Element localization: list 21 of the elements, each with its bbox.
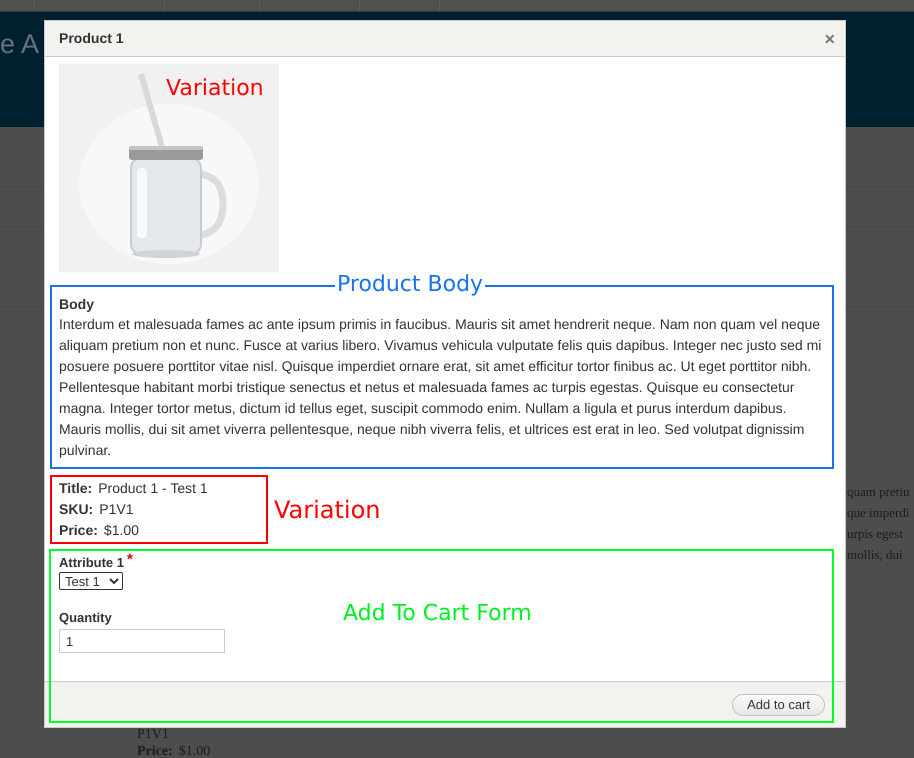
field-label: Quantity [59, 609, 112, 626]
annotation-label: Variation [274, 496, 380, 524]
field-label: Body [59, 295, 95, 314]
required-mark: * [127, 554, 133, 566]
field-value: $1.00 [104, 521, 139, 540]
body-text: Interdum et malesuada fames ac ante ipsum primis in faucibus. Mauris sit amet hendrerit neque. Nam non quam vel neque aliquam pretium non et nunc. Fusce at varius libero. Vivamus vehicula vulputate felis quis dapibus. Integer nec justo sed mi posuere posuere porttitor vitae nisl. Quisque imperdiet ornare erat, sit amet efficitur tortor finibus ac. Ut eget porttitor nibh. Pellentesque habitant morbi tristique senectus et netus et malesuada fames ac turpis egestas. Quisque eu consectetur magna. Integer tortor metus, dictum id tellus eget, suscipit commodo enim. Nullam a ligula et purus interdum dapibus. Mauris mollis, dui sit amet viverra pellentesque, neque nibh viverra felis, et ultrices est erat in leo. Sed volutpat dignissim pulvinar. [59, 315, 822, 460]
field-label: Title: [59, 479, 92, 498]
annotation-label: Add To Cart Form [343, 601, 532, 627]
add-to-cart-button[interactable]: Add to cart [732, 694, 825, 716]
quantity-field[interactable]: 1 [59, 629, 225, 653]
field-label: SKU: [59, 500, 94, 519]
field-label: Attribute 1 [59, 554, 124, 571]
page-heading: e A [0, 28, 40, 61]
close-button[interactable]: × [824, 30, 835, 48]
dialog-title: Product 1 [59, 29, 124, 48]
field-value: Product 1 - Test 1 [98, 479, 208, 498]
field-value: P1V1 [99, 500, 134, 519]
annotation-label: Product Body [335, 272, 486, 298]
annotation-label: Variation [166, 76, 264, 102]
field-label: Price: [59, 521, 98, 540]
attribute-select[interactable]: Test 1 [59, 572, 123, 590]
